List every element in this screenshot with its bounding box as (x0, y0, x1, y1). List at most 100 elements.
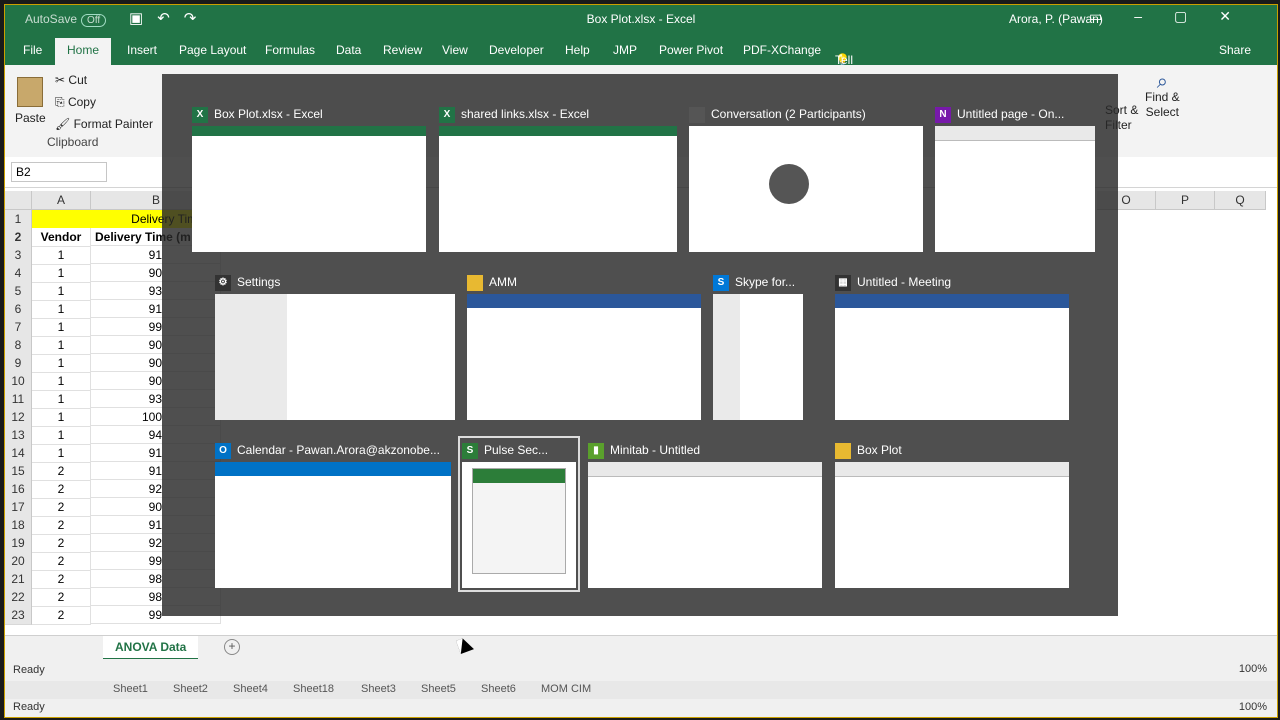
switcher-window-title: O Calendar - Pawan.Arora@akzonobe... (215, 440, 451, 460)
row-header[interactable]: 18 (5, 516, 32, 535)
minimize-icon[interactable]: – (1134, 8, 1174, 24)
paste-button[interactable]: Paste (15, 77, 46, 125)
column-header[interactable]: P (1156, 191, 1215, 210)
copy-button[interactable]: ⎘ Copy (55, 95, 96, 110)
vendor-cell[interactable]: 1 (32, 246, 91, 265)
close-icon[interactable]: ✕ (1219, 8, 1263, 24)
tab-page-layout[interactable]: Page Layout (179, 43, 246, 57)
switcher-window[interactable]: S Skype for... (713, 272, 803, 420)
row-header[interactable]: 20 (5, 552, 32, 571)
row-header[interactable]: 11 (5, 390, 32, 409)
tab-formulas[interactable]: Formulas (265, 43, 315, 57)
tab-help[interactable]: Help (565, 43, 590, 57)
vendor-cell[interactable]: 1 (32, 336, 91, 355)
vendor-cell[interactable]: 2 (32, 552, 91, 571)
tab-insert[interactable]: Insert (127, 43, 157, 57)
tab-home[interactable]: Home (55, 38, 112, 66)
column-header[interactable]: Q (1215, 191, 1266, 210)
tab-jmp[interactable]: JMP (613, 43, 637, 57)
app-icon: N (935, 106, 951, 123)
vendor-cell[interactable]: 2 (32, 480, 91, 499)
row-header[interactable]: 17 (5, 498, 32, 517)
row-header[interactable]: 3 (5, 246, 32, 265)
row-header[interactable]: 9 (5, 354, 32, 373)
share-button[interactable]: Share (1219, 43, 1251, 57)
vendor-cell[interactable]: 1 (32, 354, 91, 373)
row-header[interactable]: 23 (5, 606, 32, 625)
vendor-cell[interactable]: 1 (32, 372, 91, 391)
vendor-cell[interactable]: 1 (32, 444, 91, 463)
column-header[interactable]: A (32, 191, 91, 210)
row-header[interactable]: 6 (5, 300, 32, 319)
row-header[interactable]: 19 (5, 534, 32, 553)
switcher-window[interactable]: ▮ Minitab - Untitled (588, 440, 822, 588)
row-header[interactable]: 5 (5, 282, 32, 301)
vendor-cell[interactable]: 2 (32, 498, 91, 517)
switcher-window[interactable]: AMM (467, 272, 701, 420)
tab-view[interactable]: View (442, 43, 468, 57)
header-cell-vendor[interactable]: Vendor (32, 228, 91, 247)
switcher-window-title: Conversation (2 Participants) (689, 104, 923, 124)
add-sheet-button[interactable]: + (224, 639, 240, 655)
row-header[interactable]: 21 (5, 570, 32, 589)
zoom-level[interactable]: 100% (1239, 663, 1267, 675)
vendor-cell[interactable]: 2 (32, 588, 91, 607)
row-header[interactable]: 10 (5, 372, 32, 391)
app-icon: X (192, 106, 208, 123)
tab-developer[interactable]: Developer (489, 43, 544, 57)
row-header[interactable]: 8 (5, 336, 32, 355)
paste-icon (17, 77, 44, 107)
select-all-corner[interactable] (5, 191, 32, 210)
ribbon-display-icon[interactable]: ▭ (1089, 8, 1134, 24)
vendor-cell[interactable]: 2 (32, 570, 91, 589)
row-header[interactable]: 13 (5, 426, 32, 445)
window-title-label: shared links.xlsx - Excel (461, 107, 590, 121)
brush-icon: 🖌 (55, 117, 71, 131)
row-header[interactable]: 14 (5, 444, 32, 463)
maximize-icon[interactable]: ▢ (1174, 8, 1219, 24)
row-header[interactable]: 22 (5, 588, 32, 607)
vendor-cell[interactable]: 2 (32, 516, 91, 535)
vendor-cell[interactable]: 1 (32, 318, 91, 337)
row-header[interactable]: 7 (5, 318, 32, 337)
tab-pdf-xchange[interactable]: PDF-XChange (743, 43, 821, 57)
vendor-cell[interactable]: 2 (32, 462, 91, 481)
switcher-window[interactable]: Conversation (2 Participants) (689, 104, 923, 252)
vendor-cell[interactable]: 2 (32, 534, 91, 553)
thumb-toolbar (467, 294, 701, 308)
row-header[interactable]: 4 (5, 264, 32, 283)
sheet-tab-active[interactable]: ANOVA Data (103, 636, 199, 660)
tab-data[interactable]: Data (336, 43, 361, 57)
row-header[interactable]: 1 (5, 210, 32, 229)
vendor-cell[interactable]: 2 (32, 606, 91, 625)
switcher-window[interactable]: O Calendar - Pawan.Arora@akzonobe... (215, 440, 451, 588)
name-box[interactable]: B2 (11, 162, 107, 182)
switcher-window[interactable]: Box Plot (835, 440, 1069, 588)
vendor-cell[interactable]: 1 (32, 264, 91, 283)
vendor-cell[interactable]: 1 (32, 408, 91, 427)
vendor-cell[interactable]: 1 (32, 426, 91, 445)
format-painter-button[interactable]: 🖌 Format Painter (55, 117, 153, 131)
vendor-cell[interactable]: 1 (32, 390, 91, 409)
cut-button[interactable]: ✂ Cut (55, 73, 87, 87)
row-header[interactable]: 15 (5, 462, 32, 481)
vendor-cell[interactable]: 1 (32, 300, 91, 319)
switcher-window[interactable]: S Pulse Sec... (458, 436, 580, 592)
window-thumbnail (835, 462, 1069, 588)
ghost-sheet-tab: Sheet1 (113, 683, 148, 695)
tab-file[interactable]: File (23, 43, 42, 57)
row-header[interactable]: 16 (5, 480, 32, 499)
tab-review[interactable]: Review (383, 43, 422, 57)
switcher-window[interactable]: Xshared links.xlsx - Excel (439, 104, 677, 252)
switcher-window[interactable]: ▦ Untitled - Meeting (835, 272, 1069, 420)
vendor-cell[interactable]: 1 (32, 282, 91, 301)
switcher-window[interactable]: X Box Plot.xlsx - Excel (192, 104, 426, 252)
tab-power-pivot[interactable]: Power Pivot (659, 43, 723, 57)
row-header[interactable]: 12 (5, 408, 32, 427)
row-header[interactable]: 2 (5, 228, 32, 247)
window-thumbnail (462, 462, 576, 588)
find-select-button[interactable]: ⌕ Find & Select (1145, 72, 1180, 120)
switcher-window[interactable]: N Untitled page - On... (935, 104, 1095, 252)
switcher-window[interactable]: ⚙ Settings (215, 272, 455, 420)
copy-label: Copy (67, 95, 96, 109)
